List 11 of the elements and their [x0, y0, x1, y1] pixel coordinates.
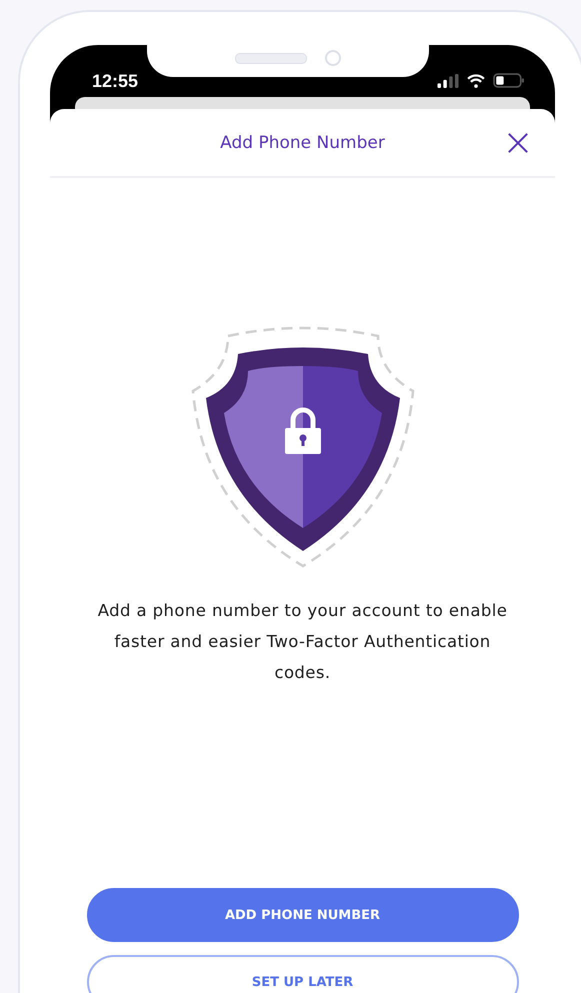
wifi-icon: [466, 74, 485, 88]
modal-title: Add Phone Number: [220, 132, 385, 152]
speaker-icon: [234, 52, 307, 64]
signal-icon: [436, 74, 459, 88]
status-time: 12:55: [92, 71, 138, 92]
set-up-later-button[interactable]: SET UP LATER: [86, 955, 518, 993]
add-phone-button[interactable]: ADD PHONE NUMBER: [86, 888, 518, 942]
description-text: Add a phone number to your account to enable faster and easier Two-Factor Authentication codes.: [96, 600, 508, 684]
close-icon[interactable]: [507, 132, 529, 154]
camera-icon: [324, 50, 341, 66]
battery-icon: [492, 73, 525, 88]
